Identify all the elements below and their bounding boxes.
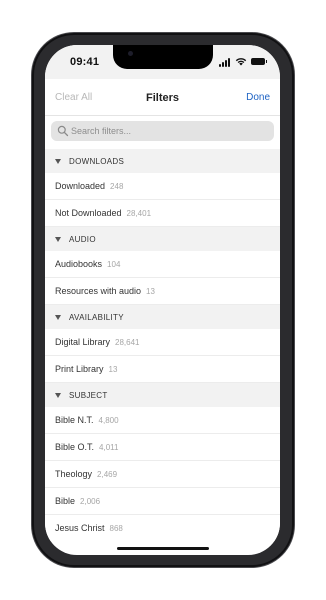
triangle-down-icon [55, 315, 61, 320]
filter-count: 104 [107, 260, 121, 269]
nav-bar: Clear All Filters Done [45, 79, 280, 116]
status-bar: 09:41 [45, 45, 280, 79]
filter-row-resources-with-audio[interactable]: Resources with audio 13 [45, 278, 280, 305]
filter-row-downloaded[interactable]: Downloaded 248 [45, 173, 280, 200]
triangle-down-icon [55, 393, 61, 398]
filter-label: Not Downloaded [55, 208, 122, 218]
section-header-audio[interactable]: AUDIO [45, 227, 280, 251]
filter-row-theology[interactable]: Theology 2,469 [45, 461, 280, 488]
filter-row-bible-ot[interactable]: Bible O.T. 4,011 [45, 434, 280, 461]
section-header-downloads[interactable]: DOWNLOADS [45, 149, 280, 173]
filter-row-digital-library[interactable]: Digital Library 28,641 [45, 329, 280, 356]
triangle-down-icon [55, 159, 61, 164]
filter-label: Print Library [55, 364, 104, 374]
filter-count: 28,641 [115, 338, 140, 347]
filter-label: Audiobooks [55, 259, 103, 269]
filter-count: 4,011 [99, 443, 119, 452]
section-title: DOWNLOADS [69, 157, 125, 166]
filter-row-not-downloaded[interactable]: Not Downloaded 28,401 [45, 200, 280, 227]
wifi-icon [235, 58, 247, 66]
status-time: 09:41 [70, 56, 100, 68]
notch [113, 45, 213, 69]
filter-count: 868 [109, 524, 123, 533]
home-indicator[interactable] [117, 547, 209, 550]
filter-count: 2,469 [97, 470, 118, 479]
section-title: SUBJECT [69, 391, 108, 400]
section-title: AUDIO [69, 235, 96, 244]
filter-list: DOWNLOADS Downloaded 248 Not Downloaded 28… [45, 149, 280, 541]
filter-count: 13 [108, 365, 118, 374]
search-field[interactable] [51, 121, 274, 141]
page-title: Filters [145, 92, 179, 104]
filter-count: 13 [146, 287, 155, 296]
filter-label: Bible N.T. [55, 415, 94, 425]
filter-row-print-library[interactable]: Print Library 13 [45, 356, 280, 383]
filter-label: Jesus Christ [55, 523, 105, 533]
search-input[interactable] [69, 121, 267, 141]
done-button[interactable]: Done [246, 92, 270, 103]
search-bar-container [45, 116, 280, 146]
power-button [292, 190, 295, 248]
filter-count: 248 [110, 182, 124, 191]
signal-icon [219, 58, 233, 67]
filter-label: Downloaded [55, 181, 106, 191]
filter-row-audiobooks[interactable]: Audiobooks 104 [45, 251, 280, 278]
camera-icon [128, 51, 133, 56]
battery-icon [251, 58, 267, 65]
search-icon [57, 125, 69, 137]
phone-screen: 09:41 Clear All Filters Done Search filt… [45, 45, 280, 555]
section-title: AVAILABILITY [69, 313, 124, 322]
filter-label: Theology [55, 469, 93, 479]
filter-label: Bible O.T. [55, 442, 95, 452]
section-header-subject[interactable]: SUBJECT [45, 383, 280, 407]
section-header-availability[interactable]: AVAILABILITY [45, 305, 280, 329]
triangle-down-icon [55, 237, 61, 242]
filter-count: 2,006 [80, 497, 101, 506]
filter-label: Resources with audio [55, 286, 142, 296]
mockup-stage: 09:41 Clear All Filters Done Search filt… [0, 0, 326, 600]
filter-count: 28,401 [126, 209, 152, 218]
filter-row-bible[interactable]: Bible 2,006 [45, 488, 280, 515]
filter-row-jesus-christ[interactable]: Jesus Christ 868 [45, 515, 280, 541]
filter-label: Bible [55, 496, 76, 506]
filter-label: Digital Library [55, 337, 111, 347]
filter-count: 4,800 [98, 416, 119, 425]
filter-row-bible-nt[interactable]: Bible N.T. 4,800 [45, 407, 280, 434]
